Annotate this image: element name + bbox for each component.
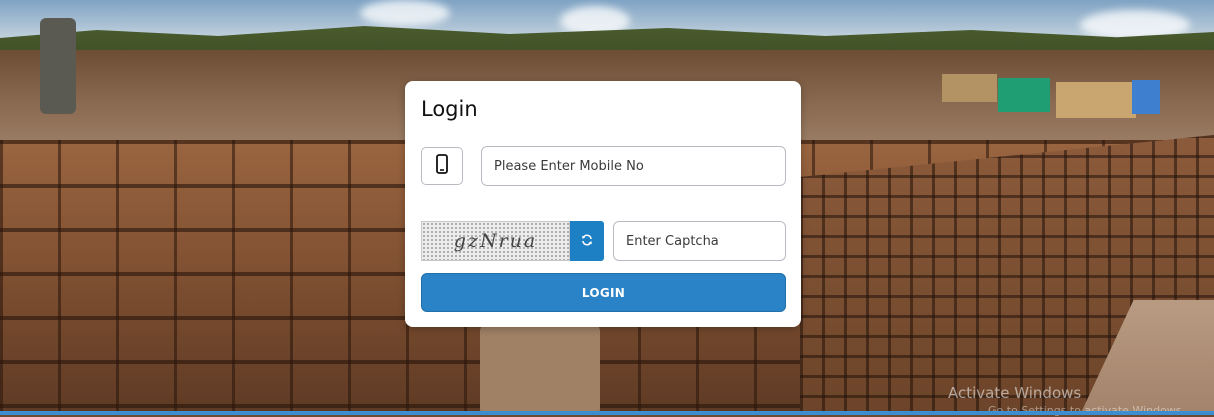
hut xyxy=(1056,82,1136,118)
hut xyxy=(942,74,997,102)
captcha-input[interactable] xyxy=(613,221,786,261)
activate-windows-title: Activate Windows xyxy=(948,384,1082,402)
bottom-accent-bar xyxy=(0,411,1214,415)
hut-tarp xyxy=(1132,80,1160,114)
worker-figure xyxy=(40,18,76,114)
mobile-phone-icon xyxy=(436,154,448,178)
mobile-icon-box xyxy=(421,147,463,185)
login-title: Login xyxy=(421,97,478,121)
captcha-refresh-button[interactable] xyxy=(570,221,604,261)
cloud xyxy=(360,0,450,26)
hut-tarp xyxy=(998,78,1050,112)
mobile-number-input[interactable] xyxy=(481,146,786,186)
captcha-text: gzNrua xyxy=(453,230,538,252)
login-card: Login gzNrua LOGIN xyxy=(405,81,801,327)
captcha-image: gzNrua xyxy=(421,221,570,261)
login-button[interactable]: LOGIN xyxy=(421,273,786,312)
refresh-icon xyxy=(581,234,593,249)
worker-figure xyxy=(480,325,600,415)
